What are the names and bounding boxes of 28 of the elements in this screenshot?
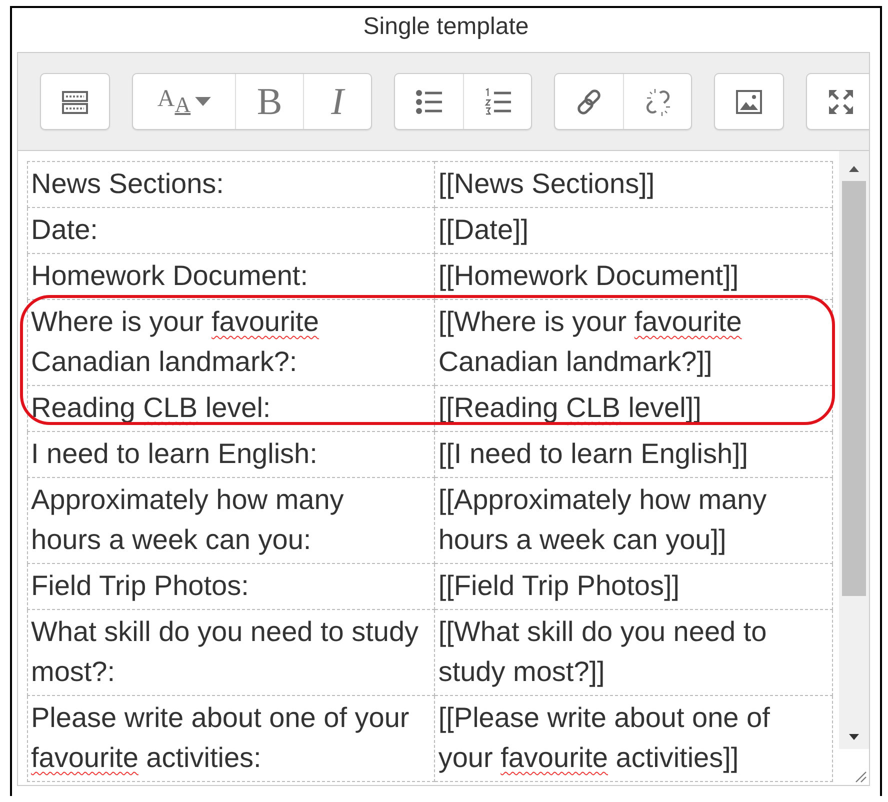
table-cell: Date: <box>28 208 435 254</box>
italic-button[interactable]: I <box>303 74 371 129</box>
resize-grip-icon[interactable] <box>853 769 867 783</box>
panel-title: Single template <box>362 12 530 42</box>
table-cell: Reading CLB level: <box>28 386 435 432</box>
bold-button[interactable]: B <box>235 74 303 129</box>
table-cell: What skill do you need to study most?: <box>28 610 435 696</box>
table-cell: [[Field Trip Photos]] <box>434 564 832 610</box>
caret-icon <box>194 97 211 106</box>
table-cell: [[What skill do you need to study most?]] <box>434 610 832 696</box>
table-cell: [[Approximately how many hours a week can you]] <box>434 478 832 564</box>
scroll-up-icon[interactable] <box>848 165 860 173</box>
scroll-down-icon[interactable] <box>848 733 860 741</box>
scroll-thumb[interactable] <box>842 181 866 596</box>
table-cell: Field Trip Photos: <box>28 564 435 610</box>
table-cell: [[News Sections]] <box>434 162 832 208</box>
table-cell: [[I need to learn English]] <box>434 432 832 478</box>
scrollbar[interactable] <box>839 151 869 785</box>
table-cell: Where is your favourite Canadian landmark?: <box>28 300 435 386</box>
table-cell: [[Date]] <box>434 208 832 254</box>
table-cell: Homework Document: <box>28 254 435 300</box>
table-cell: I need to learn English: <box>28 432 435 478</box>
table-cell: Approximately how many hours a week can you: <box>28 478 435 564</box>
table-cell: [[Homework Document]] <box>434 254 832 300</box>
numbered-list-icon <box>482 86 512 116</box>
table-cell: News Sections: <box>28 162 435 208</box>
table-cell: [[Please write about one of your favourite activities]] <box>434 696 832 782</box>
table-cell: Please write about one of your favourite activities: <box>28 696 435 782</box>
